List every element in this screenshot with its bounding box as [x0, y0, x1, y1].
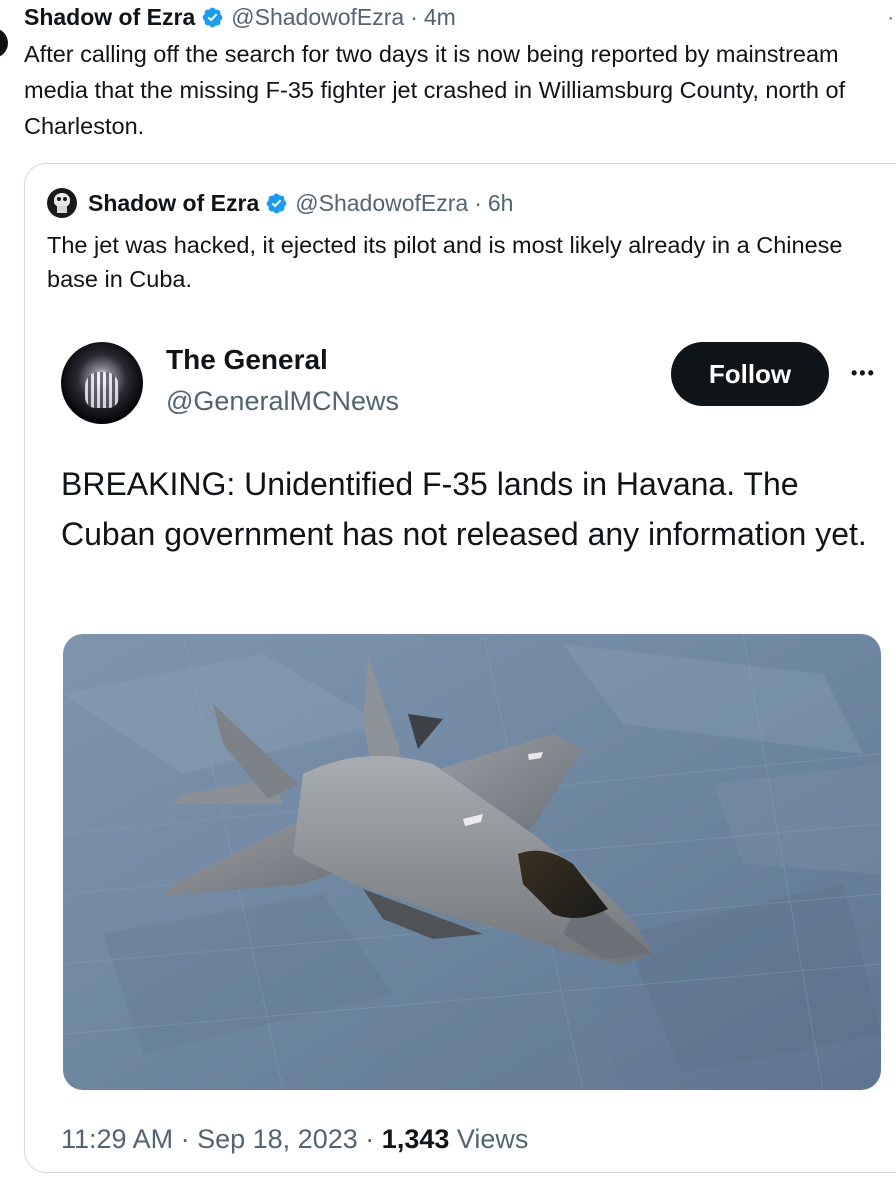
embedded-author-avatar [61, 342, 143, 424]
quoted-separator: · [474, 189, 482, 216]
quoted-post-text: The jet was hacked, it ejected its pilot… [47, 232, 843, 292]
more-options-icon[interactable]: · [887, 8, 896, 28]
meta-separator: · [180, 1124, 190, 1154]
quoted-post-card[interactable]: Shadow of Ezra @ShadowofEzra · 6h The je… [24, 163, 896, 1173]
embedded-time: 11:29 AM [61, 1124, 174, 1154]
outer-avatar[interactable] [0, 28, 8, 58]
outer-post-header: Shadow of Ezra @ShadowofEzra · 4m [24, 2, 456, 32]
quoted-author-name[interactable]: Shadow of Ezra [88, 190, 259, 217]
embedded-author-name: The General [166, 344, 328, 375]
embedded-post-meta: 11:29 AM · Sep 18, 2023 · 1,343 Views [61, 1124, 528, 1155]
embedded-author-handle: @GeneralMCNews [166, 386, 399, 416]
views-label: Views [456, 1124, 529, 1154]
views-count: 1,343 [381, 1124, 450, 1154]
outer-separator: · [410, 3, 418, 30]
outer-handle[interactable]: @ShadowofEzra [231, 4, 404, 31]
embedded-post-text: BREAKING: Unidentified F-35 lands in Hav… [61, 466, 867, 552]
verified-badge-icon [266, 193, 287, 213]
more-options-icon: ••• [851, 363, 876, 383]
meta-separator: · [365, 1124, 375, 1154]
outer-author-name[interactable]: Shadow of Ezra [24, 4, 195, 31]
embedded-date: Sep 18, 2023 [197, 1124, 358, 1154]
quoted-post-header: Shadow of Ezra @ShadowofEzra · 6h [47, 186, 513, 220]
jet-photo [63, 634, 881, 1090]
quoted-handle[interactable]: @ShadowofEzra [295, 190, 468, 217]
follow-button: Follow [671, 342, 829, 406]
outer-post-text: After calling off the search for two day… [24, 41, 846, 139]
outer-timestamp[interactable]: 4m [424, 4, 456, 31]
quoted-author-avatar[interactable] [47, 188, 77, 218]
quoted-timestamp[interactable]: 6h [488, 190, 514, 217]
verified-badge-icon [202, 7, 223, 27]
